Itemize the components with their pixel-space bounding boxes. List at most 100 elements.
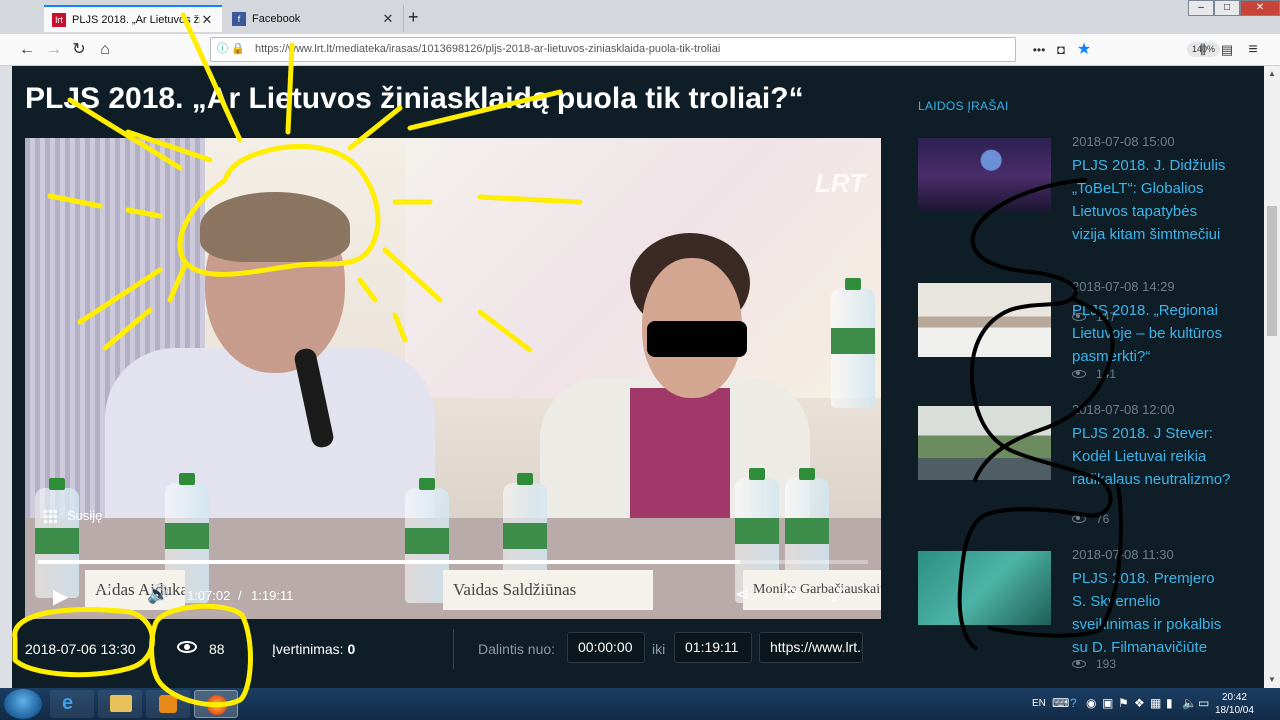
total-time: 1:19:11 [251,588,294,603]
share-end-time-input[interactable]: 01:19:11 [674,632,752,663]
flag-icon[interactable]: ⚑ [1118,696,1129,710]
navigation-toolbar: ← → ↻ ⌂ ⓘ 🔒 https://www.lrt.lt/mediateka… [0,34,1280,66]
video-progress-fill [38,560,741,564]
system-tray: EN ⌨ ? ◉ ▣ ⚑ ❖ ▦ ▮ 🔈 ▭ [1028,688,1228,720]
item-title-link[interactable]: PLJS 2018. „Regionai Lietuvoje – be kult… [1072,299,1232,368]
related-label: Susiję [67,508,103,523]
video-player[interactable]: Aidas Aidukas Vaidas Saldžiūnas Monika G… [25,138,881,619]
tab-bar: lrt PLJS 2018. „Ar Lietuvos žiniask ✕ f … [0,0,1280,34]
sidebar-item[interactable]: 2018-07-08 15:00 PLJS 2018. J. Didžiulis… [918,134,1258,324]
video-frame-bottle [831,278,875,408]
current-time: 1:07:02 [187,588,231,603]
keyboard-icon[interactable]: ⌨ [1052,696,1069,710]
facebook-favicon-icon: f [232,11,246,26]
site-info-lock-icon[interactable]: ⓘ 🔒 [217,38,245,61]
browser-chrome: lrt PLJS 2018. „Ar Lietuvos žiniask ✕ f … [0,0,1280,66]
page-title: PLJS 2018. „Ar Lietuvos žiniasklaidą puo… [25,82,804,115]
clock[interactable]: 20:42 18/10/04 [1215,691,1254,717]
new-tab-button[interactable]: + [408,7,419,28]
home-icon[interactable]: ⌂ [94,39,116,61]
window-border [0,66,12,688]
censor-bar [647,321,747,357]
item-date: 2018-07-08 14:29 [1072,279,1175,294]
network-icon[interactable]: ▦ [1150,696,1161,710]
share-icon[interactable]: ⋖ [735,584,750,605]
internet-explorer-icon[interactable]: e [50,690,94,718]
maximize-window-button[interactable]: □ [1214,0,1240,16]
item-title-link[interactable]: PLJS 2018. J. Didžiulis „ToBeLT“: Global… [1072,154,1232,246]
library-icon[interactable]: ⫼ [1192,39,1214,61]
security-icon[interactable]: ◉ [1086,696,1096,710]
time-separator: / [238,588,242,603]
rewind-10-icon[interactable]: ↺ [99,584,114,605]
rating-label: Įvertinimas: [272,641,344,657]
address-bar[interactable]: ⓘ 🔒 https://www.lrt.lt/mediateka/irasas/… [210,37,1221,62]
sidebar-toggle-icon[interactable]: ▤ [1216,39,1238,61]
item-title-link[interactable]: PLJS 2018. Premjero S. Skvernelio sveiki… [1072,567,1232,659]
play-icon[interactable]: ▶ [53,584,68,609]
share-to-label: iki [652,641,666,657]
share-start-time-input[interactable]: 00:00:00 [567,632,645,663]
pocket-icon[interactable]: ◘ [1050,39,1072,61]
video-progress-bar[interactable] [38,560,868,564]
close-window-button[interactable]: ✕ [1240,0,1280,16]
signal-icon[interactable]: ▮ [1166,696,1173,710]
video-thumbnail[interactable] [918,406,1051,480]
url-text: https://www.lrt.lt/mediateka/irasas/1013… [255,43,721,55]
back-arrow-icon[interactable]: ← [16,39,38,61]
share-from-label: Dalintis nuo: [478,641,556,657]
start-button[interactable] [4,689,42,719]
settings-gear-icon[interactable]: ⚙ [783,584,799,605]
minimize-window-button[interactable]: – [1188,0,1214,16]
close-tab-icon[interactable]: ✕ [381,11,395,27]
bookmark-star-icon[interactable]: ★ [1073,39,1095,61]
battery-icon[interactable]: ▭ [1198,696,1209,710]
firefox-icon[interactable] [194,690,238,718]
volume-tray-icon[interactable]: 🔈 [1182,696,1197,710]
sidebar-item[interactable]: 2018-07-08 12:00 PLJS 2018. J Stever: Ko… [918,402,1258,542]
video-info-bar: 2018-07-06 13:30 88 Įvertinimas: 0 Dalin… [25,623,881,677]
forward-arrow-icon[interactable]: → [43,39,65,61]
volume-icon[interactable]: 🔊 [147,584,169,605]
item-title-link[interactable]: PLJS 2018. J Stever: Kodėl Lietuvai reik… [1072,422,1232,491]
item-view-count: 76 [1096,512,1110,526]
grid-icon [43,508,57,523]
help-icon[interactable]: ? [1070,696,1077,710]
clock-time: 20:42 [1221,692,1247,703]
lrt-watermark-logo: LRT [815,168,866,198]
dropbox-icon[interactable]: ❖ [1134,696,1145,710]
tab-facebook[interactable]: f Facebook ✕ [224,5,404,32]
scroll-up-icon[interactable]: ▲ [1264,66,1280,82]
reload-icon[interactable]: ↻ [68,39,90,61]
scrollbar-thumb[interactable] [1267,206,1277,336]
tab-title: PLJS 2018. „Ar Lietuvos žiniask [72,13,200,26]
item-date: 2018-07-08 15:00 [1072,134,1175,149]
item-views: 76 [1072,512,1109,526]
close-tab-icon[interactable]: ✕ [200,12,214,28]
sidebar-item[interactable]: 2018-07-08 14:29 PLJS 2018. „Regionai Li… [918,279,1258,419]
sidebar-item[interactable]: 2018-07-08 11:30 PLJS 2018. Premjero S. … [918,547,1258,687]
file-explorer-icon[interactable] [98,690,142,718]
item-view-count: 193 [1096,657,1117,671]
hamburger-menu-icon[interactable]: ≡ [1242,39,1264,61]
language-indicator[interactable]: EN [1032,698,1046,709]
sidebar-title: LAIDOS ĮRAŠAI [918,99,1009,113]
item-views: 193 [1072,657,1116,671]
rating-value: 0 [347,641,356,657]
video-thumbnail[interactable] [918,551,1051,625]
related-videos-button[interactable]: Susiję [43,508,102,523]
eye-icon [177,641,197,653]
scroll-down-icon[interactable]: ▼ [1264,672,1280,688]
tray-app-icon[interactable]: ▣ [1102,696,1113,710]
video-controls: ▶ ↺ 🔊 1:07:02 / 1:19:11 ⋖ ⚙ ⤢ [25,578,881,614]
item-view-count: 141 [1096,367,1117,381]
media-player-icon[interactable] [146,690,190,718]
rating: Įvertinimas: 0 [272,641,355,657]
fullscreen-icon[interactable]: ⤢ [831,584,845,605]
video-thumbnail[interactable] [918,138,1051,212]
share-url-input[interactable]: https://www.lrt.lt [759,632,863,663]
page-actions-menu-icon[interactable]: ••• [1028,39,1050,61]
video-thumbnail[interactable] [918,283,1051,357]
tab-lrt-article[interactable]: lrt PLJS 2018. „Ar Lietuvos žiniask ✕ [44,5,222,32]
page-scrollbar[interactable]: ▲ ▼ [1264,66,1280,688]
